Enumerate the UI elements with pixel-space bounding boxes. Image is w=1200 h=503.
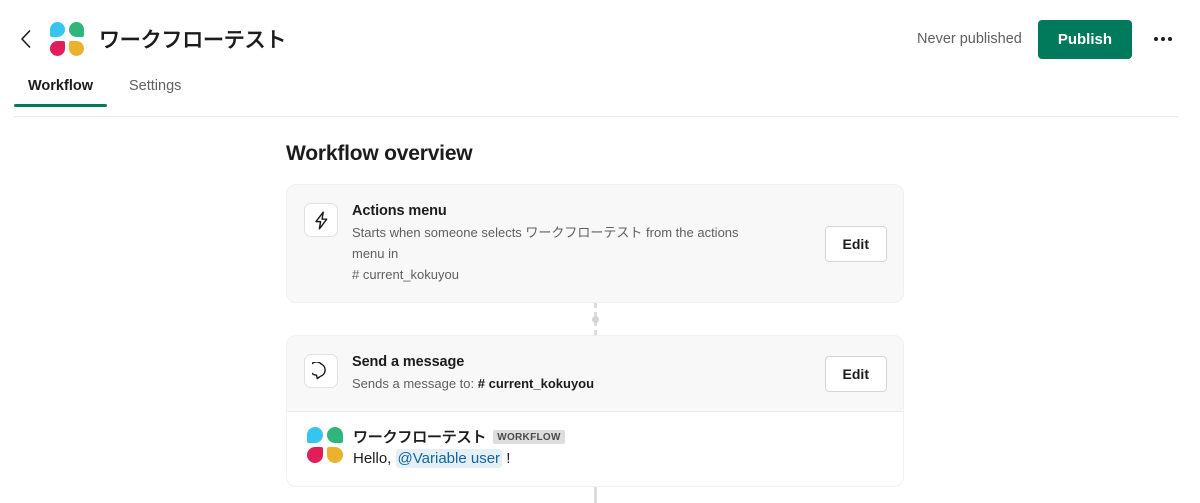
- publish-button[interactable]: Publish: [1037, 19, 1132, 59]
- desc-prefix: Starts when someone selects: [352, 225, 526, 240]
- edit-send-message-button[interactable]: Edit: [824, 355, 887, 392]
- step-description: Starts when someone selects ワークフローテスト fr…: [352, 222, 762, 285]
- tab-bar-divider: [14, 116, 1178, 117]
- desc-prefix: Sends a message to:: [352, 376, 478, 392]
- workflow-badge: WORKFLOW: [493, 429, 565, 444]
- workflow-step-trigger[interactable]: Actions menu Starts when someone selects…: [286, 184, 904, 304]
- desc-workflow-name: ワークフローテスト: [525, 225, 643, 240]
- edit-trigger-button[interactable]: Edit: [824, 225, 887, 262]
- step-connector-line: [286, 487, 904, 503]
- logo-shape-bottom-left: [307, 447, 323, 464]
- logo-shape-bottom-right: [69, 41, 84, 56]
- step-row: Send a message Sends a message to: # cur…: [287, 336, 903, 411]
- message-body: ワークフローテスト WORKFLOW Hello, @Variable user…: [353, 426, 887, 470]
- message-text-before: Hello,: [353, 450, 396, 468]
- page-title: ワークフローテスト: [99, 29, 287, 52]
- step-row: Actions menu Starts when someone selects…: [287, 185, 903, 302]
- tab-bar: Workflow Settings: [0, 78, 1200, 117]
- logo-shape-bottom-right: [327, 447, 343, 464]
- logo-shape-bottom-left: [50, 41, 65, 56]
- message-preview: ワークフローテスト WORKFLOW Hello, @Variable user…: [287, 411, 903, 486]
- dot: [1168, 37, 1172, 41]
- slack-logo-icon: [50, 22, 84, 56]
- message-text-after: !: [502, 450, 511, 468]
- desc-channel: # current_kokuyou: [477, 376, 595, 392]
- lightning-bolt-icon: [304, 203, 338, 237]
- variable-pill[interactable]: @Variable user: [395, 449, 503, 469]
- logo-shape-top-left: [307, 427, 323, 444]
- logo-shape-top-right: [327, 427, 343, 444]
- message-text: Hello, @Variable user !: [353, 448, 887, 470]
- message-header: ワークフローテスト WORKFLOW: [353, 426, 887, 447]
- tab-workflow[interactable]: Workflow: [14, 78, 107, 107]
- message-bubble-icon: [304, 354, 338, 389]
- logo-shape-top-right: [69, 22, 84, 37]
- header-actions: Never published Publish: [917, 19, 1178, 59]
- logo-shape-top-left: [50, 22, 65, 37]
- dot: [1154, 37, 1158, 41]
- workflow-steps: Actions menu Starts when someone selects…: [286, 184, 904, 503]
- avatar: [307, 427, 343, 464]
- tab-settings[interactable]: Settings: [115, 78, 195, 107]
- publish-status-text: Never published: [917, 31, 1022, 47]
- step-connector-dotted: [286, 303, 904, 336]
- workflow-canvas: Workflow overview Actions menu Starts wh…: [0, 142, 1200, 503]
- chevron-left-icon: [20, 30, 30, 48]
- step-description: Sends a message to: # current_kokuyou: [352, 373, 762, 394]
- overflow-menu-icon[interactable]: [1148, 24, 1178, 54]
- step-title: Actions menu: [352, 203, 447, 219]
- desc-channel: # current_kokuyou: [352, 267, 459, 283]
- connector-dot: [591, 315, 599, 323]
- workflow-overview-title: Workflow overview: [286, 142, 473, 165]
- step-text: Actions menu Starts when someone selects…: [352, 202, 811, 285]
- step-title: Send a message: [352, 354, 465, 371]
- workflow-step-send-message[interactable]: Send a message Sends a message to: # cur…: [286, 335, 904, 487]
- back-button[interactable]: [14, 28, 36, 50]
- step-text: Send a message Sends a message to: # cur…: [352, 353, 811, 394]
- app-header: ワークフローテスト Never published Publish: [0, 0, 1200, 78]
- dot: [1161, 37, 1165, 41]
- message-sender-name: ワークフローテスト: [353, 429, 487, 447]
